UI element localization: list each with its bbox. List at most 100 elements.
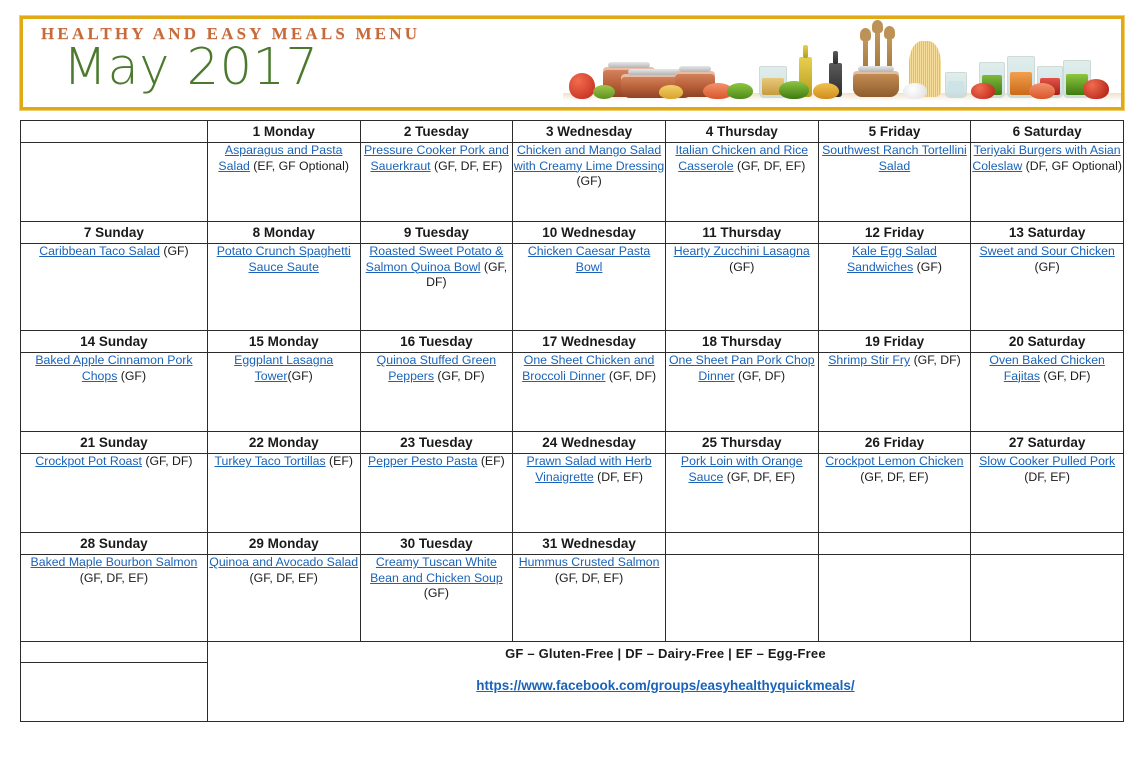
diet-tag: (GF, DF, EF) [860, 469, 929, 484]
recipe-link[interactable]: Southwest Ranch Tortellini Salad [822, 143, 967, 173]
diet-tag: (DF, EF) [593, 469, 643, 484]
meal-cell-may-3: Chicken and Mango Salad with Creamy Lime… [512, 142, 666, 222]
day-header-19-friday: 19 Friday [817, 330, 972, 353]
recipe-link[interactable]: Caribbean Taco Salad [39, 244, 160, 258]
day-header-empty-thursday [664, 532, 819, 555]
calendar-corner-cell [20, 120, 208, 143]
footer-blank-cell [20, 641, 208, 663]
recipe-link[interactable]: Quinoa and Avocado Salad [209, 555, 358, 569]
meal-cell-may-24: Prawn Salad with Herb Vinaigrette (DF, E… [512, 453, 666, 533]
meal-cell-may-7: Caribbean Taco Salad (GF) [20, 243, 208, 331]
day-header-28-sunday: 28 Sunday [20, 532, 208, 555]
meal-cell-may-23: Pepper Pesto Pasta (EF) [359, 453, 514, 533]
day-header-4-thursday: 4 Thursday [664, 120, 819, 143]
recipe-link[interactable]: Turkey Taco Tortillas [214, 454, 325, 468]
diet-legend: GF – Gluten-Free | DF – Dairy-Free | EF … [505, 646, 826, 661]
recipe-link[interactable]: Crockpot Pot Roast [35, 454, 142, 468]
meal-plan-calendar: 1 Monday 2 Tuesday 3 Wednesday 4 Thursda… [20, 120, 1125, 722]
diet-tag: (EF, GF Optional) [249, 158, 349, 173]
diet-tag: (GF, DF, EF) [249, 570, 318, 585]
meal-cell-may-18: One Sheet Pan Pork Chop Dinner (GF, DF) [664, 352, 819, 432]
diet-tag: (GF, DF, EF) [733, 158, 806, 173]
recipe-link[interactable]: Eggplant Lasagna Tower [234, 353, 333, 383]
week-header-row: 7 Sunday 8 Monday 9 Tuesday 10 Wednesday… [20, 221, 1124, 244]
meal-cell-may-8: Potato Crunch Spaghetti Sauce Saute [206, 243, 361, 331]
red-pepper-icon [1083, 79, 1109, 99]
recipe-link[interactable]: Potato Crunch Spaghetti Sauce Saute [217, 244, 351, 274]
day-header-9-tuesday: 9 Tuesday [359, 221, 514, 244]
diet-tag: (GF, DF, EF) [723, 469, 796, 484]
tomato-icon [971, 83, 995, 99]
page-title: May 2017 [63, 37, 319, 97]
day-header-29-monday: 29 Monday [206, 532, 361, 555]
footer-row-top: GF – Gluten-Free | DF – Dairy-Free | EF … [20, 641, 1125, 722]
recipe-link[interactable]: Shrimp Stir Fry [828, 353, 910, 367]
calendar-container: 1 Monday 2 Tuesday 3 Wednesday 4 Thursda… [20, 120, 1125, 722]
meal-cell-may-10: Chicken Caesar Pasta Bowl [512, 243, 666, 331]
day-header-2-tuesday: 2 Tuesday [359, 120, 514, 143]
recipe-link[interactable]: Chicken Caesar Pasta Bowl [528, 244, 650, 274]
diet-tag: (GF) [117, 368, 147, 383]
week-header-row: 21 Sunday 22 Monday 23 Tuesday 24 Wednes… [20, 431, 1124, 454]
recipe-link[interactable]: Hummus Crusted Salmon [519, 555, 660, 569]
diet-tag: (GF) [576, 174, 602, 188]
carrot-icon [1029, 83, 1055, 99]
day-header-21-sunday: 21 Sunday [20, 431, 208, 454]
diet-tag: (GF, DF, EF) [79, 570, 149, 585]
page-banner: HEALTHY AND EASY MEALS MENU May 2017 [19, 15, 1125, 111]
bell-pepper-icon [813, 83, 839, 99]
food-photo-banner-image [563, 19, 1121, 107]
recipe-link[interactable]: Chicken and Mango Salad with Creamy Lime… [514, 143, 664, 173]
day-header-10-wednesday: 10 Wednesday [512, 221, 666, 244]
meal-cell-may-13: Sweet and Sour Chicken (GF) [970, 243, 1124, 331]
meal-cell-may-12: Kale Egg Salad Sandwiches (GF) [817, 243, 972, 331]
diet-tag: (GF) [287, 368, 313, 383]
meal-cell-may-25: Pork Loin with Orange Sauce (GF, DF, EF) [664, 453, 819, 533]
facebook-group-link[interactable]: https://www.facebook.com/groups/easyheal… [208, 678, 1123, 693]
recipe-link[interactable]: Sweet and Sour Chicken [979, 244, 1114, 258]
diet-tag: (EF) [325, 454, 353, 468]
meal-cell-may-29: Quinoa and Avocado Salad (GF, DF, EF) [206, 554, 361, 642]
day-header-22-monday: 22 Monday [206, 431, 361, 454]
recipe-link[interactable]: Crockpot Lemon Chicken [825, 454, 963, 468]
meal-cell-may-11: Hearty Zucchini Lasagna (GF) [664, 243, 819, 331]
day-header-26-friday: 26 Friday [817, 431, 972, 454]
greens-icon [727, 83, 753, 99]
diet-tag: (GF, DF, EF) [430, 158, 503, 173]
recipe-link[interactable]: Slow Cooker Pulled Pork [979, 454, 1115, 468]
day-header-6-saturday: 6 Saturday [970, 120, 1124, 143]
diet-tag: (GF) [913, 259, 942, 274]
recipe-link[interactable]: Baked Apple Cinnamon Pork Chops [35, 353, 192, 383]
meal-cell-may-15: Eggplant Lasagna Tower(GF) [206, 352, 361, 432]
tomato-icon [569, 73, 595, 99]
meal-cell-may-6: Teriyaki Burgers with Asian Coleslaw (DF… [970, 142, 1124, 222]
day-header-17-wednesday: 17 Wednesday [512, 330, 666, 353]
diet-tag: (DF, GF Optional) [1022, 158, 1122, 173]
meal-cell-may-26: Crockpot Lemon Chicken (GF, DF, EF) [817, 453, 972, 533]
diet-tag: (DF, EF) [1024, 469, 1071, 484]
water-glass-icon [945, 72, 967, 98]
meal-cell-may-19: Shrimp Stir Fry (GF, DF) [817, 352, 972, 432]
utensil-crock-icon [853, 66, 899, 97]
meal-cell-empty [664, 554, 819, 642]
garlic-icon [903, 83, 927, 99]
diet-tag: (GF, DF) [141, 454, 193, 468]
recipe-link[interactable]: Hearty Zucchini Lasagna [674, 244, 810, 258]
meal-cell-may-1: Asparagus and Pasta Salad (EF, GF Option… [206, 142, 361, 222]
day-header-8-monday: 8 Monday [206, 221, 361, 244]
day-header-16-tuesday: 16 Tuesday [359, 330, 514, 353]
recipe-link[interactable]: Pepper Pesto Pasta [368, 454, 477, 468]
meal-cell-may-21: Crockpot Pot Roast (GF, DF) [20, 453, 208, 533]
basil-leaves-icon [779, 81, 809, 99]
recipe-link[interactable]: Creamy Tuscan White Bean and Chicken Sou… [370, 555, 503, 585]
recipe-link[interactable]: Baked Maple Bourbon Salmon [31, 555, 198, 569]
meal-cell-may-9: Roasted Sweet Potato & Salmon Quinoa Bow… [359, 243, 514, 331]
meal-cell-may-4: Italian Chicken and Rice Casserole (GF, … [664, 142, 819, 222]
diet-tag: (GF, DF) [910, 353, 961, 367]
footer-legend-block: GF – Gluten-Free | DF – Dairy-Free | EF … [206, 641, 1125, 722]
diet-tag: (GF) [423, 586, 450, 600]
week-meals-row: Baked Apple Cinnamon Pork Chops (GF) Egg… [20, 352, 1124, 432]
diet-tag: (GF, DF) [734, 368, 786, 383]
day-header-13-saturday: 13 Saturday [970, 221, 1124, 244]
day-header-5-friday: 5 Friday [817, 120, 972, 143]
